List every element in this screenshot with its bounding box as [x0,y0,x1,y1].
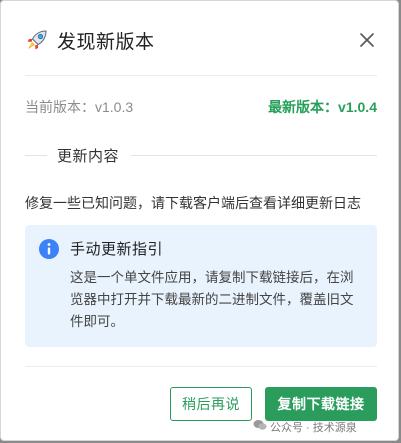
header-divider [25,75,377,76]
info-icon [39,239,59,259]
rocket-icon [27,30,47,50]
close-icon[interactable] [356,29,378,51]
dialog-header: 发现新版本 [1,1,398,77]
section-divider-right [131,155,377,156]
guide-title: 手动更新指引 [70,241,164,258]
latest-version: 最新版本：v1.0.4 [268,99,377,115]
update-dialog: 发现新版本 当前版本：v1.0.3 最新版本：v1.0.4 更新内容 修复一些已… [0,0,399,441]
wechat-icon [253,420,267,430]
later-button[interactable]: 稍后再说 [170,387,252,421]
changelog-description: 修复一些已知问题，请下载客户端后查看详细更新日志 [25,195,361,211]
version-row: 当前版本：v1.0.3 最新版本：v1.0.4 [25,97,377,117]
copy-download-link-button[interactable]: 复制下载链接 [265,387,377,421]
watermark: 公众号 · 技术源泉 [253,419,357,435]
guide-body: 这是一个单文件应用，请复制下载链接后，在浏览器中打开并下载最新的二进制文件，覆盖… [70,270,354,329]
current-version: 当前版本：v1.0.3 [25,99,134,115]
manual-update-guide: 手动更新指引 这是一个单文件应用，请复制下载链接后，在浏览器中打开并下载最新的二… [25,225,377,347]
watermark-text: 公众号 · 技术源泉 [270,422,357,434]
section-title: 更新内容 [57,148,120,165]
dialog-title: 发现新版本 [57,32,155,53]
section-divider-left [25,155,47,156]
changelog-section-header: 更新内容 [25,145,377,165]
footer-divider [25,366,377,367]
